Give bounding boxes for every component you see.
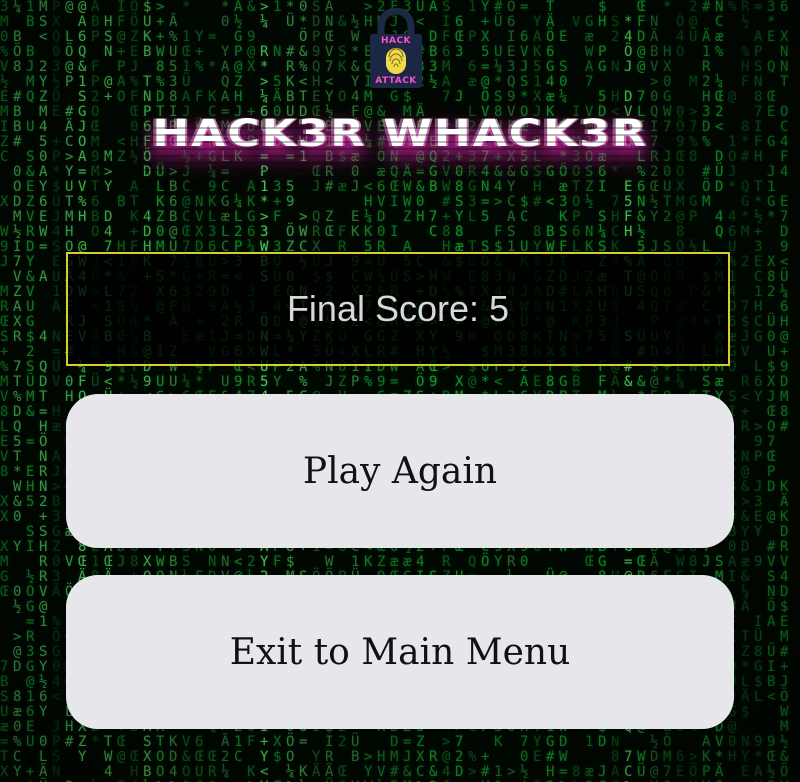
logo-text-hack: HACK	[380, 36, 412, 46]
play-again-button[interactable]: Play Again	[66, 394, 734, 548]
game-over-content: HACK ATTACK HACK3R WHACK3R Final Score: …	[0, 0, 800, 782]
hack-attack-logo: HACK ATTACK	[367, 7, 425, 90]
final-score-text: Final Score: 5	[286, 288, 510, 329]
logo-text-attack: ATTACK	[375, 76, 417, 86]
game-title: HACK3R WHACK3R	[152, 111, 648, 156]
game-over-screen: 3 M 0 % V ½ E M I Z C X W 9 J M R Œ S + …	[0, 0, 800, 782]
final-score-panel: Final Score: 5	[66, 252, 730, 366]
exit-to-main-menu-button[interactable]: Exit to Main Menu	[66, 575, 734, 729]
